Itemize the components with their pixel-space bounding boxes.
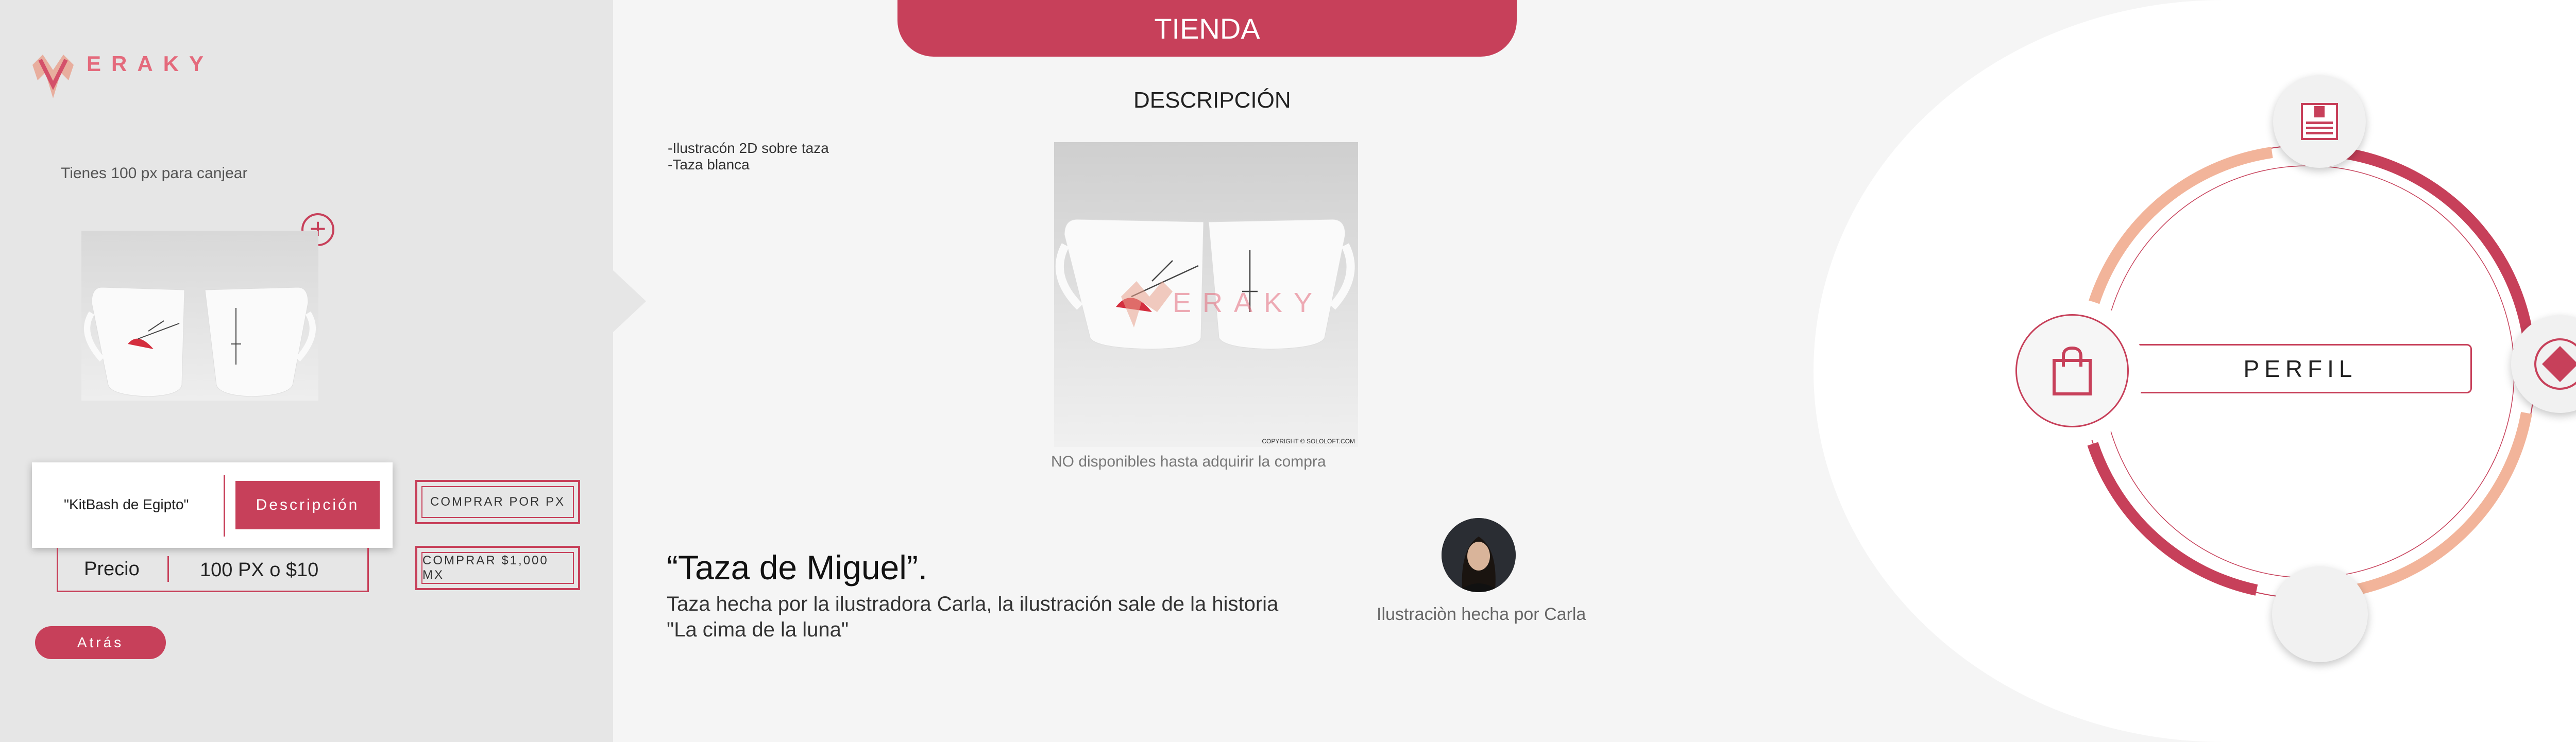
buy-with-mx-button[interactable]: COMPRAR $1,000 MX bbox=[415, 546, 580, 590]
panel-arrow bbox=[613, 270, 646, 332]
description-heading: DESCRIPCIÓN bbox=[1133, 88, 1291, 113]
store-menu-button[interactable] bbox=[2000, 299, 2144, 443]
price-value: 100 PX o $10 bbox=[200, 559, 319, 581]
points-balance-text: Tienes 100 px para canjear bbox=[61, 165, 248, 182]
description-button[interactable]: Descripción bbox=[235, 481, 380, 529]
description-list: -Ilustracón 2D sobre taza -Taza blanca bbox=[668, 140, 829, 173]
buy-with-px-button[interactable]: COMPRAR POR PX bbox=[415, 480, 580, 524]
shopping-bag-icon bbox=[2053, 346, 2092, 395]
description-line: -Ilustracón 2D sobre taza bbox=[668, 140, 829, 156]
diamond-icon bbox=[2534, 338, 2576, 390]
profile-button[interactable]: PERFIL bbox=[2129, 344, 2472, 393]
product-card: "KitBash de Egipto" Descripción bbox=[32, 462, 393, 548]
product-thumbnail bbox=[81, 231, 318, 401]
product-name: "KitBash de Egipto" bbox=[64, 496, 189, 512]
brand-wordmark: ERAKY bbox=[87, 51, 214, 76]
document-icon bbox=[2301, 103, 2338, 140]
mug-description: Taza hecha por la ilustradora Carla, la … bbox=[667, 593, 1279, 641]
back-button[interactable]: Atrás bbox=[35, 626, 166, 659]
price-label: Precio bbox=[84, 558, 140, 580]
price-divider bbox=[167, 556, 169, 582]
menu-button-bottom[interactable] bbox=[2272, 566, 2368, 662]
store-menu-inner bbox=[2015, 314, 2129, 427]
product-main-image: ERAKY COPYRIGHT © SOLOLOFT.COM bbox=[1054, 142, 1358, 447]
artist-photo bbox=[1442, 518, 1516, 592]
price-box: Precio 100 PX o $10 bbox=[57, 548, 369, 592]
buy-with-mx-label: COMPRAR $1,000 MX bbox=[421, 552, 574, 584]
artist-avatar[interactable] bbox=[1442, 518, 1516, 592]
mug-title: “Taza de Miguel”. bbox=[667, 548, 928, 586]
watermark-text: ERAKY bbox=[1173, 287, 1324, 318]
availability-note: NO disponibles hasta adquirir la compra bbox=[1051, 453, 1326, 470]
store-tab[interactable]: TIENDA bbox=[897, 0, 1517, 57]
description-line: -Taza blanca bbox=[668, 157, 750, 172]
mug-pair-illustration: ERAKY bbox=[1055, 219, 1355, 350]
artist-caption: Ilustraciòn hecha por Carla bbox=[1377, 605, 1586, 624]
copyright-text: COPYRIGHT © SOLOLOFT.COM bbox=[1262, 438, 1355, 445]
card-divider bbox=[224, 475, 225, 537]
mug-pair-illustration bbox=[84, 287, 316, 397]
buy-with-px-label: COMPRAR POR PX bbox=[421, 486, 574, 518]
documents-menu-button[interactable] bbox=[2273, 75, 2366, 168]
